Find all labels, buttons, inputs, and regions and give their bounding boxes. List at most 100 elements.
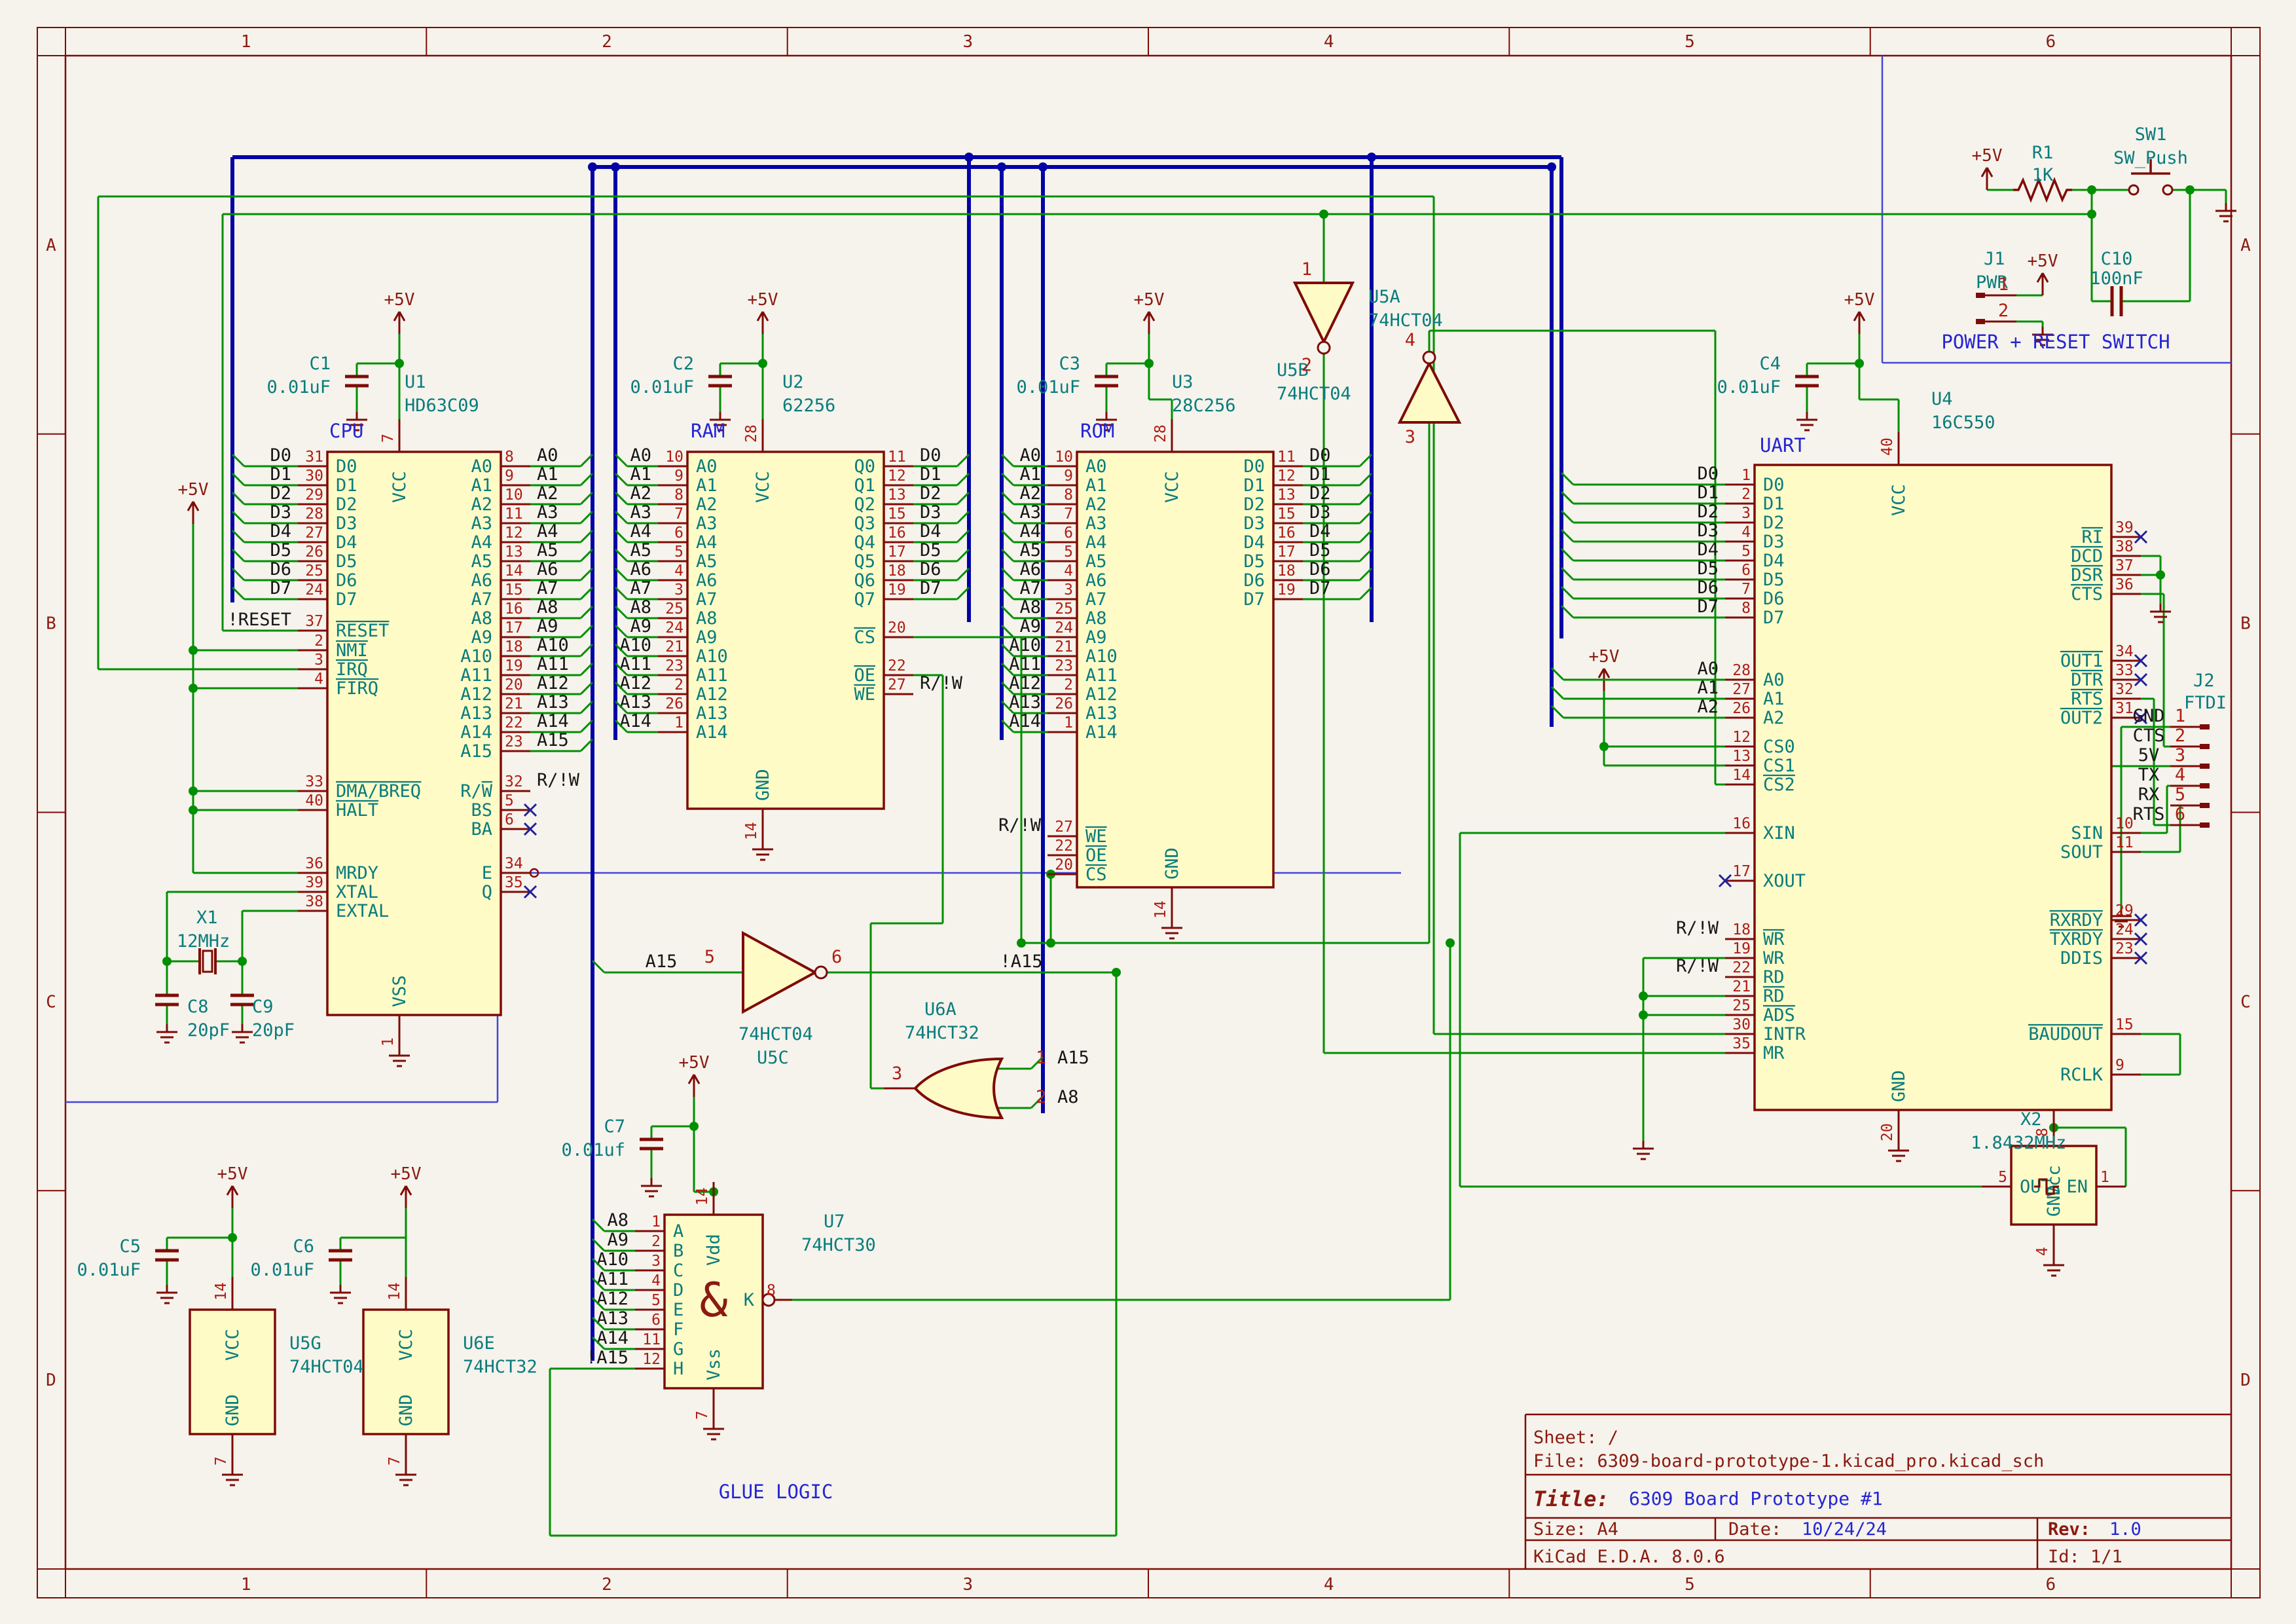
schematic-canvas[interactable]: 112233445566AABBCCDD+5V+5V+5V+5V+5V+5V+5… [0,0,2296,1624]
grid-col-label: 2 [602,1575,612,1595]
component-U5A[interactable] [1295,283,1353,342]
grid-col-label: 5 [1685,32,1695,52]
net-label: RX [2138,784,2160,805]
component-J2[interactable] [2200,764,2210,769]
title-block-field: Size: A4 [1533,1519,1618,1540]
pin-number: 40 [305,792,323,809]
pin-name: RXRDY [2050,910,2103,931]
bus-junction [997,162,1006,172]
pin-number: 37 [305,613,323,630]
component-J2[interactable] [2200,783,2210,788]
grid-row-label: A [2240,236,2251,255]
pin-number: 2 [1064,676,1073,693]
pin-name: MR [1763,1043,1785,1063]
pin-name: A1 [471,475,492,496]
section-label: GLUE LOGIC [719,1481,833,1503]
component-X1[interactable] [203,951,212,972]
pin-name: B [673,1241,683,1261]
component-J1[interactable] [1976,293,1985,298]
pin-name: Q0 [854,456,875,477]
pin-name: A0 [471,456,492,477]
pin-name: Q5 [854,551,875,572]
pin-name: CS1 [1763,756,1795,776]
annotation: C6 [293,1236,314,1257]
annotation: 1.8432MHz [1971,1133,2066,1153]
annotation: C2 [672,354,694,374]
pin-name: A4 [471,532,492,553]
net-label: D0 [920,445,941,466]
pin-name: Q1 [854,475,875,496]
pin-name: TXRDY [2050,929,2103,950]
annotation: U2 [782,372,804,392]
component-SW1[interactable] [2163,185,2172,194]
pin-name: A3 [696,513,718,534]
pin-name: A13 [460,703,492,724]
net-label: D7 [1309,578,1331,599]
pin-name: D1 [1763,494,1785,514]
component-U4[interactable] [1755,465,2111,1110]
annotation: 74HCT32 [463,1357,538,1377]
pin-number: 3 [674,581,683,599]
pin-number: 33 [2115,662,2134,679]
net-label: D7 [920,578,941,599]
grid-col-label: 6 [2046,32,2056,52]
pin-name: IRQ [336,659,368,680]
section-label: ROM [1080,420,1114,442]
net-label: A15 [646,951,678,972]
grid-col-label: 2 [602,32,612,52]
annotation: 4 [2175,765,2185,785]
component-J2[interactable] [2200,822,2210,828]
pin-number: 9 [1064,468,1073,485]
annotation: 2 [1998,301,2009,321]
net-label: A10 [537,635,569,655]
net-label: D5 [270,540,291,561]
component-J2[interactable] [2200,803,2210,808]
pin-number: 21 [1055,638,1073,655]
pin-name: D1 [336,475,357,496]
net-label: A2 [630,483,651,504]
annotation: SW_Push [2113,148,2188,168]
pin-number: 12 [642,1351,661,1368]
net-label: A15 [537,730,569,750]
pin-name: A8 [1085,608,1107,629]
pin-number: 13 [1732,748,1751,765]
pin-name: GND [223,1394,243,1426]
net-label: A7 [1019,578,1041,599]
component-U5C[interactable] [743,933,815,1012]
pin-number: 1 [380,1037,397,1046]
pin-number: 10 [665,449,683,466]
pin-name: ADS [1763,1005,1795,1025]
pin-name: A11 [696,665,728,686]
component-U5B[interactable] [1400,363,1459,422]
net-label: A13 [537,692,569,712]
pin-number: 2 [674,676,683,693]
grid-col-label: 6 [2046,1575,2056,1595]
section-label: CPU [329,420,363,442]
title-block-field: Title: [1533,1486,1609,1511]
pin-number: 20 [888,619,906,637]
component-SW1[interactable] [2129,185,2138,194]
pin-number: 7 [694,1411,711,1420]
pin-name: D3 [1243,513,1265,534]
component-J2[interactable] [2200,744,2210,749]
pin-number: 34 [505,855,523,872]
pin-number: 8 [767,1282,776,1299]
annotation: 74HCT04 [1277,384,1351,404]
component-U6A[interactable] [915,1059,1002,1118]
pin-name: A5 [471,551,492,572]
pin-name: A5 [696,551,718,572]
title-block-field: File: 6309-board-prototype-1.kicad_pro.k… [1533,1451,2044,1471]
pin-number: 7 [213,1456,230,1466]
component-J2[interactable] [2200,724,2210,729]
pin-name: A11 [1085,665,1118,686]
pin-name: D6 [1243,570,1265,591]
pin-name: A13 [1085,703,1118,724]
net-label: A4 [630,521,651,542]
net-label: !RESET [227,610,291,630]
annotation: 0.01uF [630,377,694,397]
net-label: D6 [1309,559,1331,580]
annotation: C5 [119,1236,141,1257]
net-label: D5 [920,540,941,561]
annotation: 20pF [252,1020,295,1041]
component-J1[interactable] [1976,319,1985,324]
